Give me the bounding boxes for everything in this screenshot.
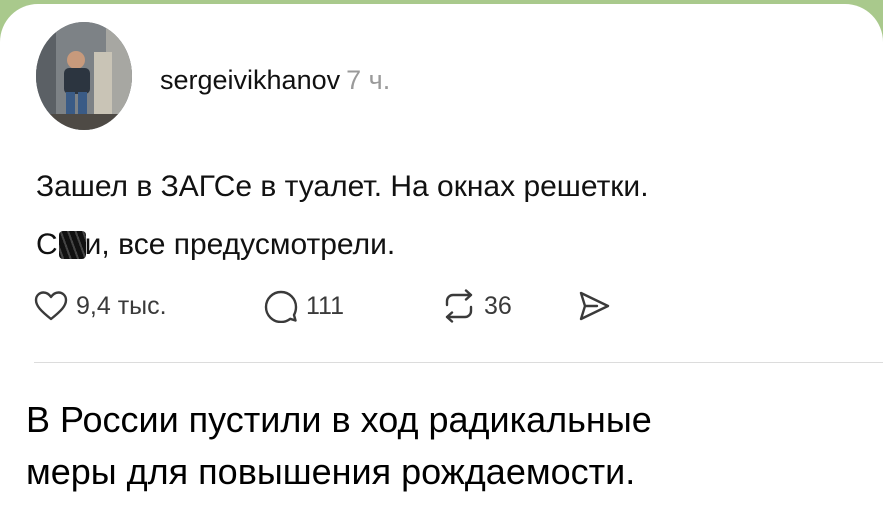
post-text-line-2-end: и, все предусмотрели.: [84, 228, 396, 261]
threads-post: sergeivikhanov 7 ч. Зашел в ЗАГСе в туале…: [0, 4, 883, 362]
repost-icon: [442, 289, 476, 323]
comment-count: 111: [306, 291, 345, 320]
divider: [34, 362, 883, 363]
post-time: 7 ч.: [346, 65, 391, 95]
censor-scribble: [58, 231, 86, 259]
repost-button[interactable]: 36: [442, 286, 512, 326]
avatar-photo: [36, 22, 132, 130]
post-text-line-2: Си, все предусмотрели.: [36, 216, 846, 274]
post-text-line-2-start: С: [36, 228, 58, 261]
like-button[interactable]: 9,4 тыс.: [34, 286, 167, 326]
message-caption: В России пустили в ход радикальные меры …: [26, 394, 876, 498]
send-icon: [577, 289, 611, 323]
post-actions: 9,4 тыс. 111 36: [34, 286, 734, 326]
post-body: Зашел в ЗАГСе в туалет. На окнах решетки…: [36, 158, 846, 274]
username[interactable]: sergeivikhanov: [160, 65, 340, 95]
caption-line-2: меры для повышения рождаемости.: [26, 451, 636, 492]
comment-bubble-icon: [264, 289, 298, 323]
repost-count: 36: [484, 291, 512, 320]
heart-icon: [34, 290, 68, 322]
post-text-line-1: Зашел в ЗАГСе в туалет. На окнах решетки…: [36, 170, 649, 203]
message-card: sergeivikhanov 7 ч. Зашел в ЗАГСе в туале…: [0, 4, 883, 520]
comment-button[interactable]: 111: [264, 286, 344, 326]
share-button[interactable]: [577, 286, 611, 326]
avatar[interactable]: [36, 22, 132, 130]
post-header: sergeivikhanov 7 ч.: [160, 64, 390, 96]
caption-line-1: В России пустили в ход радикальные: [26, 399, 652, 440]
like-count: 9,4 тыс.: [76, 291, 167, 320]
